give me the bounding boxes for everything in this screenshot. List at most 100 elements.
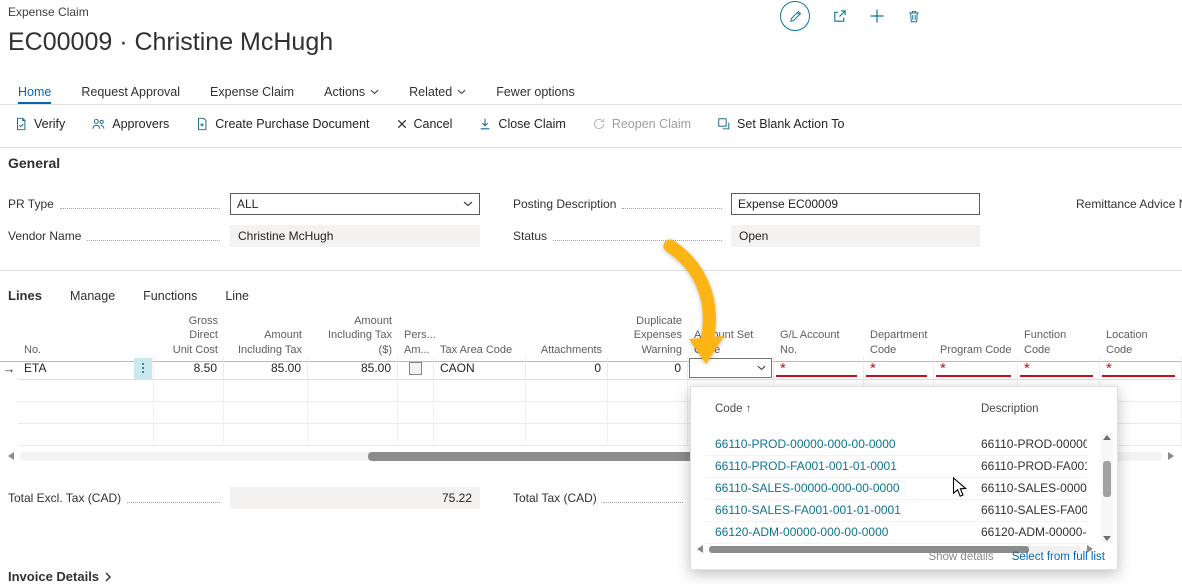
lookup-header-description[interactable]: Description xyxy=(981,403,1039,415)
cell-tax-area-code[interactable]: CAON xyxy=(434,357,526,380)
cancel-button[interactable]: Cancel xyxy=(396,117,453,131)
share-button[interactable] xyxy=(832,9,847,24)
trash-icon xyxy=(907,9,921,24)
new-button[interactable] xyxy=(869,8,885,24)
section-general-heading[interactable]: General xyxy=(8,155,60,171)
lines-menu-line[interactable]: Line xyxy=(225,289,249,303)
dotted-leader xyxy=(127,493,220,503)
tab-home[interactable]: Home xyxy=(18,85,51,99)
code-link[interactable]: 66110-PROD-FA001-001-01-0001 xyxy=(705,459,981,473)
vendor-name-field[interactable]: Christine McHugh xyxy=(230,225,480,247)
tab-request-approval[interactable]: Request Approval xyxy=(81,85,180,99)
approvers-button[interactable]: Approvers xyxy=(91,117,169,131)
show-details-link[interactable]: Show details xyxy=(928,551,993,563)
vendor-name-field-label: Vendor Name xyxy=(8,225,226,247)
menu-related[interactable]: Related xyxy=(409,85,466,99)
set-blank-action-button[interactable]: Set Blank Action To xyxy=(717,117,844,131)
cell-personal-amount[interactable] xyxy=(398,357,434,380)
close-claim-button[interactable]: Close Claim xyxy=(478,117,565,131)
status-field[interactable]: Open xyxy=(731,225,980,247)
cell-gross-direct-unit-cost[interactable]: 8.50 xyxy=(154,357,224,380)
remittance-advice-label: Remittance Advice No. xyxy=(1076,197,1182,211)
section-invoice-details[interactable]: Invoice Details xyxy=(8,569,111,584)
lookup-header-code[interactable]: Code ↑ xyxy=(715,403,751,415)
column-header-personal-amount[interactable]: Pers... Am... xyxy=(398,326,434,361)
pr-type-select[interactable]: ALL xyxy=(230,193,480,215)
lookup-vscrollbar[interactable] xyxy=(1101,433,1113,543)
scroll-left-arrow-icon[interactable] xyxy=(697,545,703,553)
verify-label: Verify xyxy=(34,117,65,131)
required-underline xyxy=(776,375,857,377)
cell-amount-including-tax-usd[interactable]: 85.00 xyxy=(308,357,398,380)
column-header-gross-direct-unit-cost[interactable]: Gross Direct Unit Cost xyxy=(154,312,224,361)
lines-toolbar: Lines Manage Functions Line xyxy=(8,288,249,303)
cell-no[interactable]: ETA xyxy=(18,357,154,380)
approvers-people-icon xyxy=(91,117,106,131)
lookup-row[interactable]: 66110-SALES-00000-000-00-0000 66110-SALE… xyxy=(705,477,1087,500)
system-actions xyxy=(780,0,921,32)
cell-program-code[interactable]: * xyxy=(934,357,1018,380)
action-bar: Verify Approvers Create Purchase Documen… xyxy=(14,111,845,137)
tab-expense-claim[interactable]: Expense Claim xyxy=(210,85,294,99)
lines-menu-manage[interactable]: Manage xyxy=(70,289,115,303)
cell-amount-including-tax[interactable]: 85.00 xyxy=(224,357,308,380)
chevron-right-icon xyxy=(105,572,111,582)
menu-actions[interactable]: Actions xyxy=(324,85,379,99)
cell-gl-account-no[interactable]: * xyxy=(774,357,864,380)
scroll-right-arrow-icon[interactable] xyxy=(1168,452,1174,460)
scroll-up-arrow-icon[interactable] xyxy=(1103,435,1111,440)
verify-button[interactable]: Verify xyxy=(14,117,65,131)
required-asterisk: * xyxy=(780,357,786,376)
reopen-claim-button: Reopen Claim xyxy=(592,117,691,131)
cell-function-code[interactable]: * xyxy=(1018,357,1100,380)
cancel-label: Cancel xyxy=(414,117,453,131)
required-underline xyxy=(936,375,1011,377)
scroll-left-arrow-icon[interactable] xyxy=(8,452,14,460)
divider xyxy=(0,270,1182,271)
column-header-function-code[interactable]: Function Code xyxy=(1018,326,1100,361)
code-link[interactable]: 66120-ADM-00000-000-00-0000 xyxy=(705,525,981,539)
code-link[interactable]: 66110-SALES-00000-000-00-0000 xyxy=(705,481,981,495)
lines-menu-functions[interactable]: Functions xyxy=(143,289,197,303)
lookup-row[interactable]: 66120-ADM-00000-000-00-0000 66120-ADM-00… xyxy=(705,521,1087,544)
invoice-details-label: Invoice Details xyxy=(8,569,99,584)
column-header-gl-account-no[interactable]: G/L Account No. xyxy=(774,326,864,361)
dotted-leader xyxy=(60,199,220,209)
lines-heading[interactable]: Lines xyxy=(8,288,42,303)
reopen-refresh-icon xyxy=(592,117,606,131)
delete-button[interactable] xyxy=(907,9,921,24)
code-link[interactable]: 66110-SALES-FA001-001-01-0001 xyxy=(705,503,981,517)
chevron-down-icon xyxy=(370,89,379,95)
lookup-row[interactable]: 66110-PROD-00000-000-00-0000 66110-PROD-… xyxy=(705,433,1087,456)
lookup-vscrollbar-thumb[interactable] xyxy=(1103,461,1111,497)
verify-document-icon xyxy=(14,117,28,131)
posting-description-input[interactable]: Expense EC00009 xyxy=(731,193,980,215)
row-options-button[interactable] xyxy=(134,358,152,379)
column-header-department-code[interactable]: Department Code xyxy=(864,326,934,361)
lookup-row[interactable]: 66110-PROD-FA001-001-01-0001 66110-PROD-… xyxy=(705,455,1087,478)
select-from-full-list-link[interactable]: Select from full list xyxy=(1012,551,1105,563)
page-title: EC00009 · Christine McHugh xyxy=(8,28,333,57)
pr-type-field-label: PR Type xyxy=(8,193,226,215)
edit-button[interactable] xyxy=(780,1,810,31)
total-excl-tax-label: Total Excl. Tax (CAD) xyxy=(8,491,121,505)
column-header-amount-including-tax[interactable]: Amount Including Tax xyxy=(224,326,308,361)
column-header-amount-including-tax-usd[interactable]: Amount Including Tax ($) xyxy=(308,312,398,361)
cell-attachments[interactable]: 0 xyxy=(526,357,608,380)
pr-type-label: PR Type xyxy=(8,197,54,211)
set-blank-action-label: Set Blank Action To xyxy=(737,117,844,131)
create-purchase-document-button[interactable]: Create Purchase Document xyxy=(195,117,369,131)
cell-location-code[interactable]: * xyxy=(1100,357,1182,380)
code-link[interactable]: 66110-PROD-00000-000-00-0000 xyxy=(705,437,981,451)
lookup-row[interactable]: 66110-SALES-FA001-001-01-0001 66110-SALE… xyxy=(705,499,1087,522)
vendor-name-label: Vendor Name xyxy=(8,229,81,243)
remittance-advice-field-label: Remittance Advice No. xyxy=(1076,193,1182,215)
posting-description-value: Expense EC00009 xyxy=(738,197,838,211)
status-value: Open xyxy=(739,229,768,243)
scroll-down-arrow-icon[interactable] xyxy=(1103,536,1111,541)
menu-fewer-options[interactable]: Fewer options xyxy=(496,85,575,99)
lines-table-header: No. Gross Direct Unit Cost Amount Includ… xyxy=(0,312,1182,362)
column-header-location-code[interactable]: Location Code xyxy=(1100,326,1182,361)
required-underline xyxy=(866,375,927,377)
cell-department-code[interactable]: * xyxy=(864,357,934,380)
